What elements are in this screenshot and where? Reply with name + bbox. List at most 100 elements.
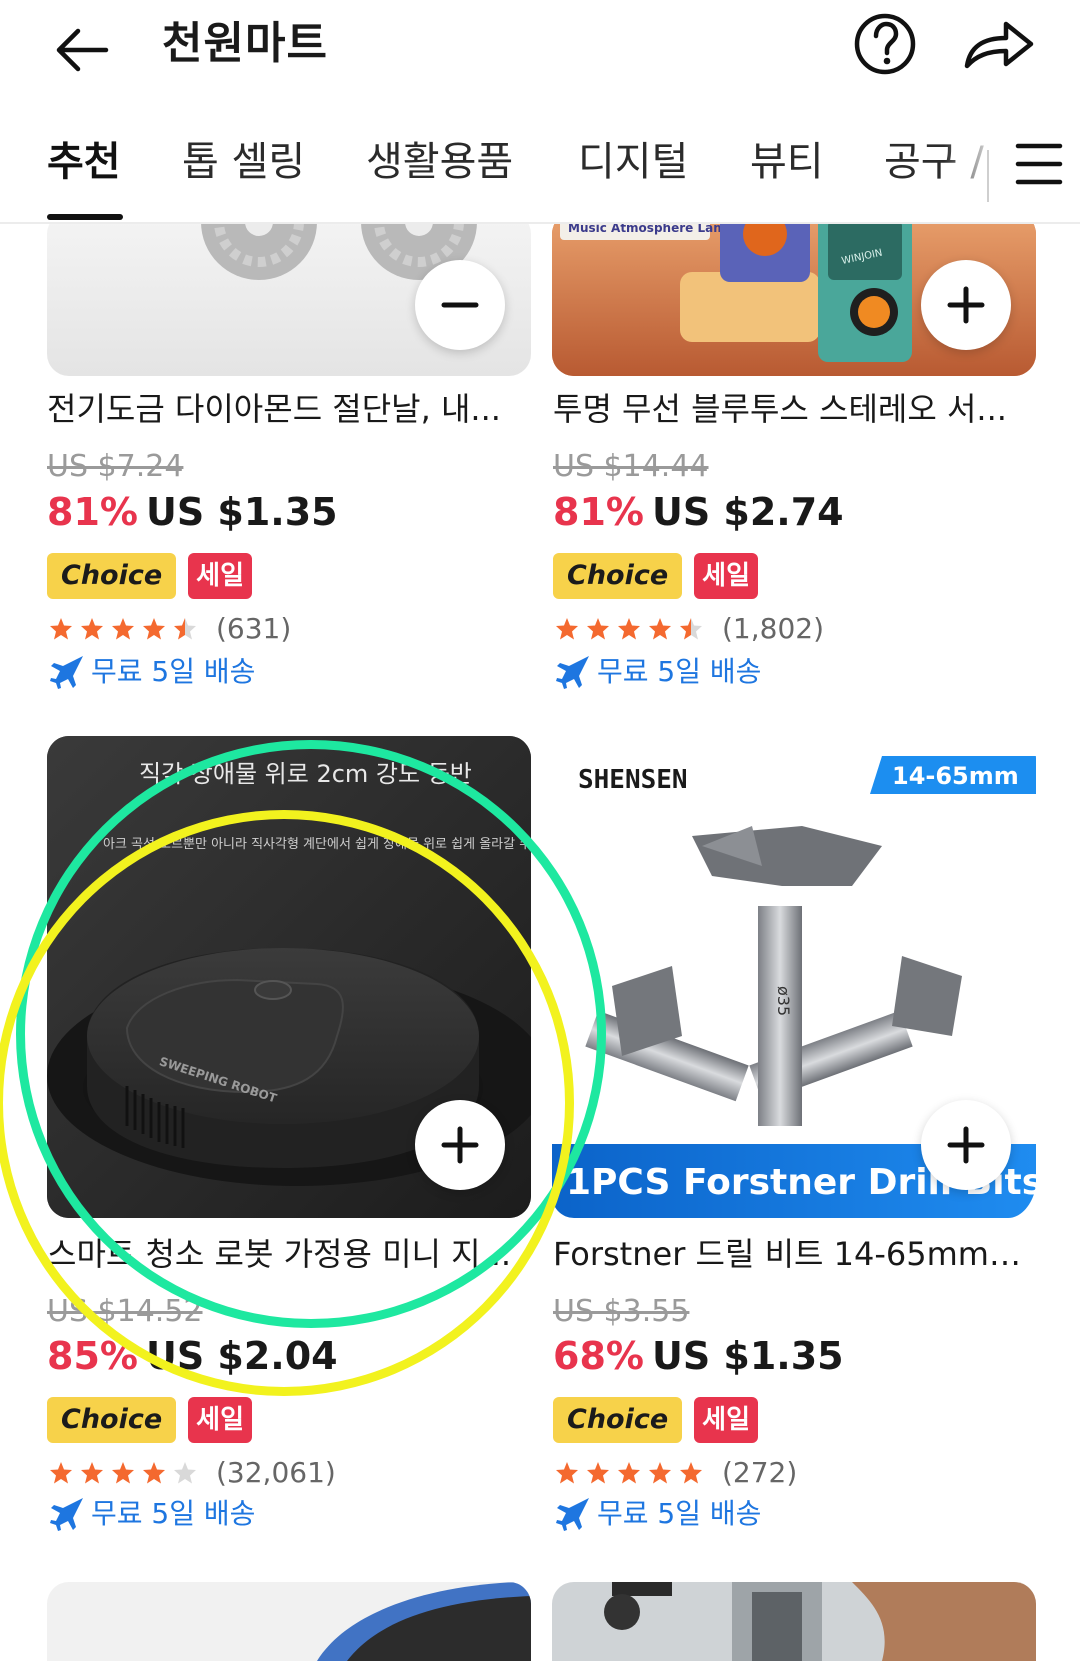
- badge-row: Choice 세일: [553, 1397, 759, 1443]
- discount-percent: 68%: [553, 1334, 644, 1378]
- star-icon: [112, 618, 134, 640]
- price-row: 68% US $1.35: [553, 1331, 844, 1381]
- product-title[interactable]: 투명 무선 블루투스 스테레오 서...: [553, 387, 1023, 431]
- original-price: US $14.44: [553, 449, 709, 484]
- price-row: 81% US $1.35: [47, 487, 338, 537]
- plus-icon: [441, 1126, 479, 1164]
- tab-top-selling[interactable]: 톱 셀링: [182, 130, 305, 194]
- back-button[interactable]: [46, 14, 118, 86]
- minus-icon: [441, 302, 479, 308]
- badge-row: Choice 세일: [47, 1397, 253, 1443]
- product-thumbnail: [604, 1582, 1036, 1661]
- review-count: (272): [722, 1456, 798, 1489]
- star-rating: [49, 617, 204, 641]
- star-rating: [555, 1461, 710, 1485]
- star-icon: [143, 618, 165, 640]
- free-shipping-text: 무료 5일 배송: [597, 655, 762, 688]
- share-arrow-icon: [964, 21, 1034, 69]
- star-icon: [649, 1462, 671, 1484]
- image-brand: SHENSEN: [578, 765, 688, 795]
- product-image[interactable]: [47, 1582, 531, 1661]
- product-title[interactable]: 전기도금 다이아몬드 절단날, 내...: [47, 387, 517, 431]
- plus-icon: [947, 286, 985, 324]
- sale-badge: 세일: [188, 553, 253, 599]
- sale-price: US $1.35: [651, 1334, 844, 1378]
- review-count: (1,802): [722, 612, 825, 645]
- badge-row: Choice 세일: [47, 553, 253, 599]
- tab-beauty[interactable]: 뷰티: [750, 130, 824, 194]
- choice-badge: Choice: [47, 1397, 177, 1443]
- free-shipping-text: 무료 5일 배송: [597, 1497, 762, 1530]
- airplane-icon: [556, 1498, 589, 1531]
- image-body: 아크 곡선 오르뿐만 아니라 직사각형 계단에서 쉽게 장애물 위로 쉽게 올라…: [103, 837, 531, 852]
- product-title[interactable]: Forstner 드릴 비트 14-65mm ...: [553, 1232, 1023, 1276]
- sale-badge: 세일: [694, 1397, 759, 1443]
- question-circle-icon: [854, 13, 916, 75]
- star-icon: [50, 1462, 72, 1484]
- choice-badge: Choice: [47, 553, 177, 599]
- sale-price: US $2.74: [651, 490, 844, 534]
- sale-price: US $2.04: [145, 1334, 338, 1378]
- product-image[interactable]: [552, 1582, 1036, 1661]
- discount-percent: 85%: [47, 1334, 138, 1378]
- discount-percent: 81%: [553, 490, 644, 534]
- category-tab-bar: 추천 톱 셀링 생활용품 디지털 뷰티 공구 /: [0, 110, 1080, 224]
- share-button[interactable]: [960, 10, 1040, 90]
- help-button[interactable]: [852, 10, 932, 90]
- rating-row: (32,061): [49, 1453, 336, 1493]
- star-icon: [618, 618, 640, 640]
- free-shipping-text: 무료 5일 배송: [91, 655, 256, 688]
- shipping-row: 무료 5일 배송: [49, 652, 255, 692]
- product-title[interactable]: 스마트 청소 로봇 가정용 미니 지...: [47, 1232, 517, 1276]
- tab-household[interactable]: 생활용품: [366, 130, 513, 194]
- add-to-cart-button[interactable]: [921, 1100, 1011, 1190]
- star-icon: [174, 618, 196, 640]
- remove-from-cart-button[interactable]: [415, 260, 505, 350]
- star-icon: [81, 1462, 103, 1484]
- rating-row: (272): [555, 1453, 797, 1493]
- star-rating: [555, 617, 710, 641]
- price-row: 85% US $2.04: [47, 1331, 338, 1381]
- free-shipping-text: 무료 5일 배송: [91, 1497, 256, 1530]
- image-heading: 직각 장애물 위로 2cm 강도 등반: [139, 760, 472, 788]
- choice-badge: Choice: [553, 1397, 683, 1443]
- shipping-row: 무료 5일 배송: [555, 1494, 761, 1534]
- star-icon: [680, 1462, 702, 1484]
- sale-price: US $1.35: [145, 490, 338, 534]
- image-size-tag: 14-65mm: [892, 762, 1019, 790]
- star-icon: [174, 1462, 196, 1484]
- hamburger-menu-icon: [1015, 143, 1063, 185]
- star-rating: [49, 1461, 204, 1485]
- sale-badge: 세일: [188, 1397, 253, 1443]
- rating-row: (1,802): [555, 609, 824, 649]
- sale-badge: 세일: [694, 553, 759, 599]
- product-thumbnail: [317, 1582, 531, 1661]
- star-icon: [50, 618, 72, 640]
- category-menu-button[interactable]: [1012, 136, 1072, 196]
- tab-recommended[interactable]: 추천: [47, 130, 121, 194]
- tab-digital[interactable]: 디지털: [578, 130, 688, 194]
- review-count: (631): [216, 612, 292, 645]
- add-to-cart-button[interactable]: [921, 260, 1011, 350]
- choice-badge: Choice: [553, 553, 683, 599]
- original-price: US $3.55: [553, 1294, 690, 1329]
- review-count: (32,061): [216, 1456, 336, 1489]
- active-tab-indicator: [47, 214, 123, 220]
- original-price: US $7.24: [47, 449, 184, 484]
- top-app-bar: 천원마트: [0, 0, 1080, 100]
- star-icon: [81, 618, 103, 640]
- airplane-icon: [50, 1498, 83, 1531]
- star-icon: [556, 1462, 578, 1484]
- star-icon: [649, 618, 671, 640]
- original-price: US $14.52: [47, 1294, 203, 1329]
- add-to-cart-button[interactable]: [415, 1100, 505, 1190]
- airplane-icon: [556, 656, 589, 689]
- price-row: 81% US $2.74: [553, 487, 844, 537]
- image-mark: ø35: [774, 986, 793, 1016]
- arrow-left-icon: [56, 28, 109, 72]
- airplane-icon: [50, 656, 83, 689]
- star-icon: [112, 1462, 134, 1484]
- plus-icon: [947, 1126, 985, 1164]
- tab-divider: [987, 150, 989, 202]
- star-icon: [587, 1462, 609, 1484]
